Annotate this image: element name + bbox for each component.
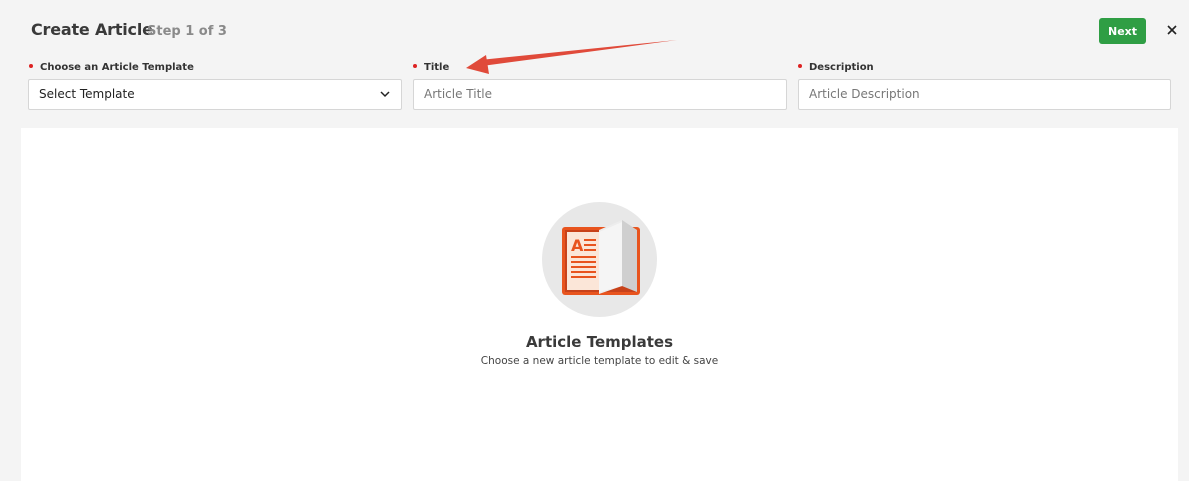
- description-input[interactable]: Article Description: [798, 79, 1171, 110]
- template-select-value: Select Template: [39, 87, 135, 101]
- page-title: Create Article: [31, 20, 153, 39]
- required-indicator: [413, 64, 417, 68]
- empty-state-subtitle: Choose a new article template to edit & …: [480, 355, 719, 367]
- close-button[interactable]: [1162, 20, 1182, 40]
- modal-header: Create Article Step 1 of 3 Next: [0, 0, 1189, 60]
- title-input-placeholder: Article Title: [424, 87, 493, 101]
- empty-state-icon-circle: A: [542, 202, 657, 317]
- svg-text:A: A: [571, 236, 584, 255]
- template-field-label: Choose an Article Template: [29, 62, 194, 73]
- chevron-down-icon: [380, 91, 390, 98]
- empty-state-title: Article Templates: [525, 333, 674, 351]
- template-select[interactable]: Select Template: [28, 79, 402, 110]
- article-book-icon: A: [562, 220, 640, 295]
- title-input[interactable]: Article Title: [413, 79, 787, 110]
- description-input-placeholder: Article Description: [809, 87, 920, 101]
- next-button[interactable]: Next: [1099, 18, 1146, 44]
- required-indicator: [798, 64, 802, 68]
- required-indicator: [29, 64, 33, 68]
- description-field-label: Description: [798, 62, 874, 73]
- template-panel: A Article Templates Choose a new article…: [21, 128, 1178, 481]
- title-field-label: Title: [413, 62, 449, 73]
- step-indicator: Step 1 of 3: [147, 24, 227, 39]
- close-icon: [1167, 25, 1177, 35]
